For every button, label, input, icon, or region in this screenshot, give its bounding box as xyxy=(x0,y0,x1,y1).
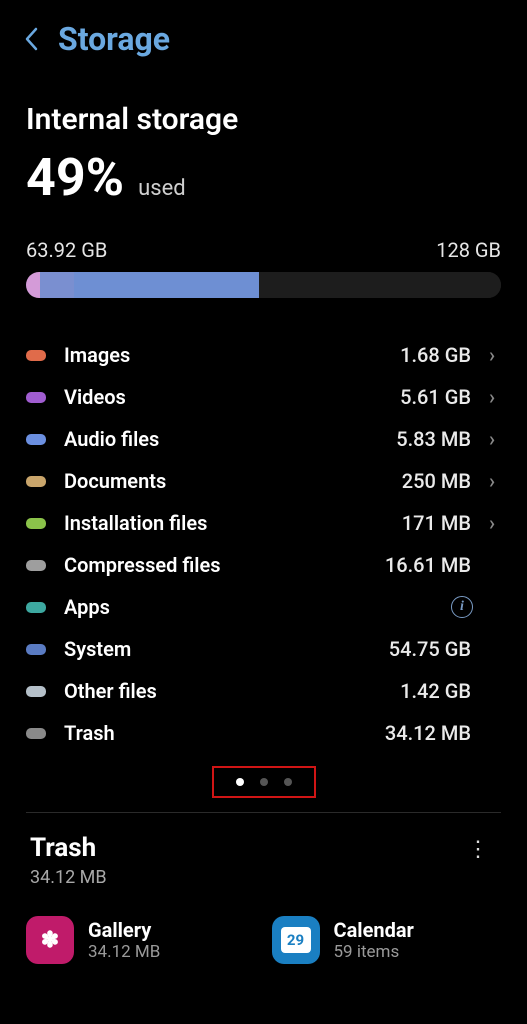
category-label: Installation files xyxy=(64,511,402,535)
pagination-wrap xyxy=(26,766,501,798)
category-color-icon xyxy=(26,434,46,445)
category-size: 54.75 GB xyxy=(389,637,471,661)
category-list: Images1.68 GB›Videos5.61 GB›Audio files5… xyxy=(26,334,501,754)
app-name: Gallery xyxy=(88,918,160,942)
category-label: Compressed files xyxy=(64,553,385,577)
category-row-videos[interactable]: Videos5.61 GB › xyxy=(26,376,501,418)
chevron-right-icon: › xyxy=(483,469,501,493)
category-row-audio-files[interactable]: Audio files5.83 MB › xyxy=(26,418,501,460)
usage-amount-row: 63.92 GB 128 GB xyxy=(26,238,501,262)
section-title: Internal storage xyxy=(26,102,501,137)
chevron-right-icon: › xyxy=(483,511,501,535)
info-icon[interactable]: i xyxy=(451,596,473,618)
app-subtitle: 34.12 MB xyxy=(88,942,160,962)
used-label: used xyxy=(138,176,186,201)
storage-bar-segment xyxy=(26,272,40,298)
category-color-icon xyxy=(26,644,46,655)
category-size: 5.61 GB xyxy=(400,385,471,409)
app-name: Calendar xyxy=(334,918,414,942)
category-color-icon xyxy=(26,476,46,487)
back-icon[interactable] xyxy=(24,27,38,51)
usage-percent-row: 49% used xyxy=(26,147,501,208)
category-size: 1.68 GB xyxy=(400,343,471,367)
category-row-images[interactable]: Images1.68 GB › xyxy=(26,334,501,376)
page-dot[interactable] xyxy=(260,778,268,786)
category-color-icon xyxy=(26,728,46,739)
category-size: 5.83 MB xyxy=(396,427,471,451)
category-label: Videos xyxy=(64,385,400,409)
category-size: 250 MB xyxy=(402,469,471,493)
calendar-date: 29 xyxy=(281,927,311,953)
chevron-right-icon: › xyxy=(483,343,501,367)
pagination-dots[interactable] xyxy=(212,766,316,798)
category-row-apps: Appsi xyxy=(26,586,501,628)
storage-bar-segment xyxy=(74,272,259,298)
trash-title: Trash xyxy=(30,833,107,863)
trash-app-calendar[interactable]: 29 Calendar59 items xyxy=(272,916,502,964)
gallery-icon: ✽ xyxy=(26,916,74,964)
more-icon[interactable]: ⋮ xyxy=(459,833,497,866)
category-row-installation-files[interactable]: Installation files171 MB › xyxy=(26,502,501,544)
category-label: Images xyxy=(64,343,400,367)
category-color-icon xyxy=(26,686,46,697)
page-dot[interactable] xyxy=(284,778,292,786)
category-label: Trash xyxy=(64,721,385,745)
trash-section-header: Trash 34.12 MB ⋮ xyxy=(26,833,501,888)
category-row-documents[interactable]: Documents250 MB › xyxy=(26,460,501,502)
divider xyxy=(26,812,501,813)
app-header: Storage xyxy=(0,0,527,68)
category-color-icon xyxy=(26,560,46,571)
category-size: 1.42 GB xyxy=(400,679,471,703)
category-label: Documents xyxy=(64,469,402,493)
category-label: Apps xyxy=(64,595,451,619)
category-color-icon xyxy=(26,392,46,403)
category-row-compressed-files: Compressed files16.61 MB xyxy=(26,544,501,586)
calendar-icon: 29 xyxy=(272,916,320,964)
category-row-trash: Trash34.12 MB xyxy=(26,712,501,754)
category-label: System xyxy=(64,637,389,661)
page-dot[interactable] xyxy=(236,778,244,786)
category-row-system: System54.75 GB xyxy=(26,628,501,670)
storage-bar-segment xyxy=(40,272,73,298)
category-color-icon xyxy=(26,350,46,361)
category-color-icon xyxy=(26,518,46,529)
app-text: Gallery34.12 MB xyxy=(88,918,160,962)
app-text: Calendar59 items xyxy=(334,918,414,962)
usage-percent: 49% xyxy=(26,147,124,208)
used-amount: 63.92 GB xyxy=(26,238,107,262)
category-label: Audio files xyxy=(64,427,396,451)
category-size: 171 MB xyxy=(402,511,471,535)
trash-app-gallery[interactable]: ✽ Gallery34.12 MB xyxy=(26,916,256,964)
main-content: Internal storage 49% used 63.92 GB 128 G… xyxy=(0,68,527,964)
category-label: Other files xyxy=(64,679,400,703)
chevron-right-icon: › xyxy=(483,385,501,409)
chevron-right-icon: › xyxy=(483,427,501,451)
category-row-other-files: Other files1.42 GB xyxy=(26,670,501,712)
page-title: Storage xyxy=(58,20,170,58)
trash-title-block[interactable]: Trash 34.12 MB xyxy=(30,833,107,888)
storage-bar-segment xyxy=(259,272,501,298)
total-amount: 128 GB xyxy=(436,238,501,262)
category-size: 16.61 MB xyxy=(385,553,471,577)
category-size: 34.12 MB xyxy=(385,721,471,745)
trash-subtitle: 34.12 MB xyxy=(30,867,107,888)
trash-apps-row: ✽ Gallery34.12 MB 29 Calendar59 items xyxy=(26,916,501,964)
app-subtitle: 59 items xyxy=(334,942,414,962)
category-color-icon xyxy=(26,602,46,613)
storage-bar xyxy=(26,272,501,298)
